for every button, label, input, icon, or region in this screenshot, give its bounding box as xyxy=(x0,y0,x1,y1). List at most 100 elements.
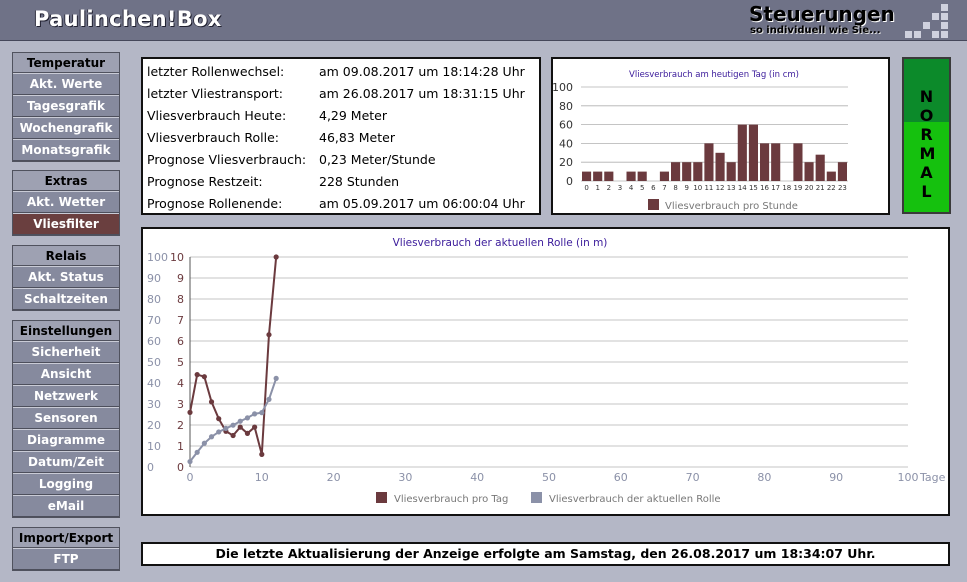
brand-subtitle: so individuell wie Sie... xyxy=(750,25,881,36)
menu-item-wochengrafik[interactable]: Wochengrafik xyxy=(13,117,119,139)
menu-group-1: Extras Akt. Wetter Vliesfilter xyxy=(12,170,120,236)
menu-item-sensoren[interactable]: Sensoren xyxy=(13,407,119,429)
roll-y-tick-left: 0 xyxy=(147,461,154,474)
day-x-tick: 9 xyxy=(684,184,688,192)
roll-x-tick: 10 xyxy=(255,471,269,484)
day-bar xyxy=(815,154,825,181)
day-x-tick: 16 xyxy=(760,184,769,192)
app-header: Paulinchen!Box Steuerungen so individuel… xyxy=(0,0,967,41)
day-x-tick: 5 xyxy=(640,184,644,192)
roll-legend-label: Vliesverbrauch pro Tag xyxy=(394,494,508,505)
roll-legend-swatch xyxy=(376,492,387,503)
roll-y-tick-right: 5 xyxy=(177,356,184,369)
day-x-tick: 7 xyxy=(662,184,666,192)
day-bar xyxy=(593,171,603,181)
info-value: 46,83 Meter xyxy=(319,130,395,145)
info-label: Vliesverbrauch Heute: xyxy=(147,108,287,123)
day-y-tick: 100 xyxy=(553,81,573,94)
info-value: am 26.08.2017 um 18:31:15 Uhr xyxy=(319,86,525,101)
info-label: Prognose Vliesverbrauch: xyxy=(147,152,307,167)
day-bar xyxy=(804,162,814,181)
day-bar xyxy=(671,162,681,181)
menu-item-tagesgrafik[interactable]: Tagesgrafik xyxy=(13,95,119,117)
roll-series-point xyxy=(252,424,258,430)
roll-x-tick: 90 xyxy=(829,471,843,484)
menu-item-netzwerk[interactable]: Netzwerk xyxy=(13,385,119,407)
menu-item-diagramme[interactable]: Diagramme xyxy=(13,429,119,451)
menu-item-akt-status[interactable]: Akt. Status xyxy=(13,266,119,288)
roll-series-point xyxy=(244,415,251,421)
roll-series-point xyxy=(201,374,207,380)
day-x-tick: 6 xyxy=(651,184,656,192)
menu-item-email[interactable]: eMail xyxy=(13,495,119,517)
roll-series-point xyxy=(266,332,272,338)
info-value: 228 Stunden xyxy=(319,174,400,189)
day-bar xyxy=(737,124,747,181)
day-legend-label: Vliesverbrauch pro Stunde xyxy=(665,201,798,212)
roll-chart: Vliesverbrauch der aktuellen Rolle (in m… xyxy=(147,237,946,505)
status-text: NORMAL xyxy=(904,87,949,201)
menu-group-title: Import/Export xyxy=(13,528,119,548)
day-y-tick: 0 xyxy=(566,175,573,188)
roll-y-tick-right: 0 xyxy=(177,461,184,474)
roll-y-tick-left: 90 xyxy=(147,272,161,285)
roll-y-tick-left: 100 xyxy=(147,251,168,264)
day-bar xyxy=(604,171,614,181)
roll-series-point xyxy=(216,429,222,435)
roll-series-point xyxy=(230,422,236,428)
info-value: am 05.09.2017 um 06:00:04 Uhr xyxy=(319,196,525,211)
day-bar xyxy=(826,171,836,181)
roll-legend-swatch xyxy=(531,492,542,503)
roll-series-point xyxy=(208,399,215,405)
day-chart: Vliesverbrauch am heutigen Tag (in cm) 0 2… xyxy=(552,70,848,212)
roll-series-point xyxy=(230,432,236,439)
day-x-tick: 15 xyxy=(749,184,758,192)
roll-series-point xyxy=(201,440,207,446)
day-x-tick: 18 xyxy=(782,184,791,192)
roll-y-tick-left: 30 xyxy=(147,398,161,411)
roll-y-tick-left: 10 xyxy=(147,440,161,453)
roll-y-tick-right: 3 xyxy=(177,398,184,411)
day-x-tick: 1 xyxy=(595,184,599,192)
day-bar xyxy=(626,171,636,181)
day-x-tick: 14 xyxy=(738,184,747,192)
day-bar xyxy=(748,124,758,181)
menu-item-akt-werte[interactable]: Akt. Werte xyxy=(13,73,119,95)
roll-y-tick-left: 20 xyxy=(147,419,161,432)
roll-y-tick-right: 4 xyxy=(177,377,184,390)
day-bar xyxy=(659,171,669,181)
roll-series-point xyxy=(187,458,193,465)
roll-series-point xyxy=(216,416,222,422)
menu-item-schaltzeiten[interactable]: Schaltzeiten xyxy=(13,288,119,310)
roll-y-tick-right: 1 xyxy=(177,440,184,453)
menu-item-monatsgrafik[interactable]: Monatsgrafik xyxy=(13,139,119,161)
info-value: 4,29 Meter xyxy=(319,108,388,123)
day-chart-title: Vliesverbrauch am heutigen Tag (in cm) xyxy=(629,70,799,80)
day-bar xyxy=(582,171,592,181)
menu-item-ftp[interactable]: FTP xyxy=(13,548,119,570)
menu-item-logging[interactable]: Logging xyxy=(13,473,119,495)
day-legend-swatch xyxy=(648,199,659,210)
info-label: Vliesverbrauch Rolle: xyxy=(147,130,279,145)
menu-group-3: Einstellungen Sicherheit Ansicht Netzwerk Se… xyxy=(12,320,120,518)
roll-y-tick-right: 9 xyxy=(177,272,184,285)
info-label: Prognose Restzeit: xyxy=(147,174,263,189)
menu-item-vliesfilter[interactable]: Vliesfilter xyxy=(13,213,119,235)
roll-series-point xyxy=(259,410,265,416)
day-bar xyxy=(760,143,770,181)
day-x-tick: 22 xyxy=(827,184,836,192)
menu-item-datum-zeit[interactable]: Datum/Zeit xyxy=(13,451,119,473)
roll-series-point xyxy=(187,409,193,415)
day-bar xyxy=(793,143,803,181)
day-x-tick: 0 xyxy=(584,184,588,192)
menu-item-ansicht[interactable]: Ansicht xyxy=(13,363,119,385)
menu-group-title: Relais xyxy=(13,246,119,266)
menu-item-sicherheit[interactable]: Sicherheit xyxy=(13,341,119,363)
status-text-value: NORMAL xyxy=(919,87,936,201)
roll-x-tick: 20 xyxy=(327,471,341,484)
roll-y-tick-right: 10 xyxy=(170,251,184,264)
menu-item-akt-wetter[interactable]: Akt. Wetter xyxy=(13,191,119,213)
app-logo: Paulinchen!Box xyxy=(34,7,222,31)
menu-group-0: Temperatur Akt. Werte Tagesgrafik Wochengra… xyxy=(12,52,120,162)
roll-chart-panel: Vliesverbrauch der aktuellen Rolle (in m… xyxy=(141,227,950,516)
